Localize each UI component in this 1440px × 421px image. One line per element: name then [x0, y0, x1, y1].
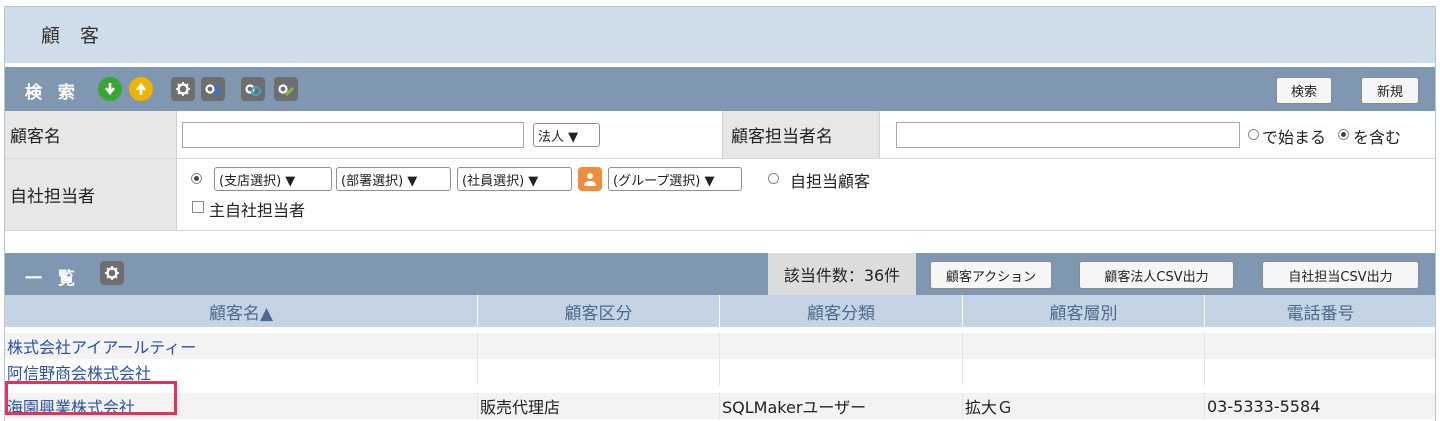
customer-class-cell: SQLMakerユーザー	[720, 393, 963, 419]
phone-cell	[1205, 333, 1435, 359]
search-title: 検 索	[25, 83, 80, 103]
user-icon[interactable]	[578, 167, 602, 191]
customer-class-cell	[720, 359, 963, 385]
customer-panel: 顧 客 検 索 検索 新規 顧客名 法人 ▼ 顧客担当者名 で始まる を含む 自…	[4, 6, 1436, 421]
table-row: 阿信野商会株式会社	[5, 359, 1435, 385]
contains-radio[interactable]	[1338, 129, 1349, 140]
table-header: 顧客名▲ 顧客区分 顧客分類 顧客層別 電話番号	[5, 295, 1435, 327]
result-count: 該当件数：36件	[768, 253, 916, 295]
highlight-box	[5, 381, 177, 415]
list-title: 一 覧	[25, 269, 80, 289]
own-customer-label: 自担当顧客	[790, 172, 871, 191]
own-csv-button[interactable]: 自社担当CSV出力	[1262, 261, 1419, 289]
employee-select[interactable]: (社員選択) ▼	[457, 167, 572, 191]
refresh-settings-icon[interactable]	[241, 77, 265, 101]
table-row: 株式会社アイアールティー	[5, 333, 1435, 359]
dept-select[interactable]: (部署選択) ▼	[336, 167, 451, 191]
column-header-phone[interactable]: 電話番号	[1205, 295, 1435, 327]
new-button[interactable]: 新規	[1361, 77, 1419, 104]
column-header-category[interactable]: 顧客区分	[478, 295, 720, 327]
page-title: 顧 客	[41, 25, 107, 47]
own-staff-row: 自社担当者 (支店選択) ▼ (部署選択) ▼ (社員選択) ▼ (グループ選択…	[5, 159, 1435, 231]
group-select[interactable]: (グループ選択) ▼	[608, 167, 742, 191]
corp-type-select[interactable]: 法人 ▼	[533, 123, 600, 147]
customer-class-cell	[720, 333, 963, 359]
list-settings-icon[interactable]	[100, 261, 124, 285]
phone-cell	[1205, 359, 1435, 385]
gear-icon[interactable]	[171, 77, 195, 101]
search-bar: 検 索 検索 新規	[5, 67, 1435, 111]
customer-name-input[interactable]	[182, 122, 524, 148]
phone-cell: 03-5333-5584	[1205, 393, 1435, 419]
upload-icon[interactable]	[129, 77, 153, 101]
column-header-tier[interactable]: 顧客層別	[963, 295, 1205, 327]
starts-with-radio[interactable]	[1248, 129, 1259, 140]
list-bar: 一 覧 該当件数：36件 顧客アクション 顧客法人CSV出力 自社担当CSV出力	[5, 253, 1435, 295]
download-icon[interactable]	[98, 77, 122, 101]
customer-tier-cell: 拡大Ｇ	[963, 393, 1205, 419]
user-settings-icon[interactable]	[201, 77, 225, 101]
table-row: 海園興業株式会社 販売代理店 SQLMakerユーザー 拡大Ｇ 03-5333-…	[5, 393, 1435, 419]
customer-category-cell	[478, 333, 720, 359]
starts-with-label: で始まる	[1262, 128, 1327, 147]
branch-select[interactable]: (支店選択) ▼	[214, 167, 332, 191]
own-customer-radio[interactable]	[768, 173, 779, 184]
edit-settings-icon[interactable]	[274, 77, 298, 101]
page-header: 顧 客	[5, 7, 1435, 63]
customer-category-cell: 販売代理店	[478, 393, 720, 419]
main-staff-checkbox[interactable]	[192, 201, 204, 213]
customer-tier-cell	[963, 359, 1205, 385]
staff-filter-radio[interactable]	[191, 173, 202, 184]
customer-tier-cell	[963, 333, 1205, 359]
staff-name-input[interactable]	[896, 122, 1240, 148]
column-header-name[interactable]: 顧客名▲	[5, 295, 478, 327]
column-header-class[interactable]: 顧客分類	[720, 295, 963, 327]
corp-csv-button[interactable]: 顧客法人CSV出力	[1079, 261, 1234, 289]
customer-name-row: 顧客名 法人 ▼ 顧客担当者名 で始まる を含む	[5, 111, 1435, 159]
customer-name-link[interactable]: 株式会社アイアールティー	[5, 333, 478, 359]
customer-category-cell	[478, 359, 720, 385]
main-staff-label: 主自社担当者	[209, 201, 306, 220]
staff-name-label: 顧客担当者名	[722, 111, 880, 158]
customer-name-label: 顧客名	[5, 111, 177, 158]
own-staff-label: 自社担当者	[5, 159, 177, 230]
contains-label: を含む	[1353, 128, 1402, 147]
customer-action-button[interactable]: 顧客アクション	[930, 261, 1052, 289]
search-button[interactable]: 検索	[1276, 77, 1332, 104]
